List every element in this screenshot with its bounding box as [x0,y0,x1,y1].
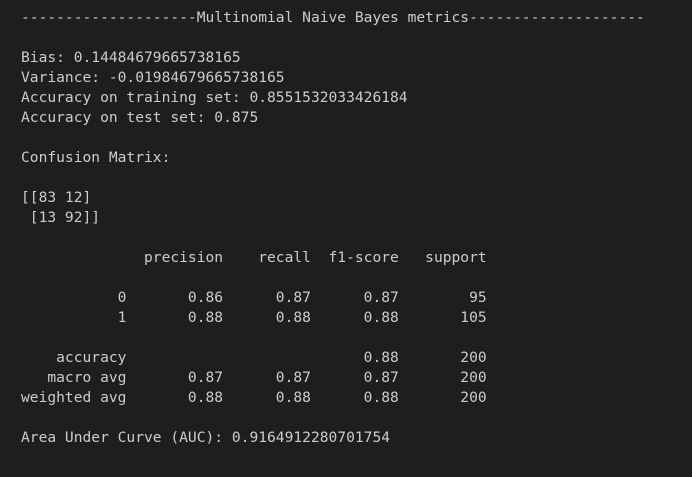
confusion-matrix-row: [13 92]] [21,209,101,226]
auc-line: Area Under Curve (AUC): 0.91649122807017… [21,429,391,446]
report-row-class-0: 0 0.86 0.87 0.87 95 [21,289,487,306]
terminal-output: --------------------Multinomial Naive Ba… [0,0,692,477]
report-row-weighted-avg: weighted avg 0.88 0.88 0.88 200 [21,389,487,406]
confusion-matrix-row: [[83 12] [21,189,92,206]
confusion-matrix-title: Confusion Matrix: [21,149,171,166]
metrics-header: --------------------Multinomial Naive Ba… [21,9,645,26]
test-accuracy-line: Accuracy on test set: 0.875 [21,109,259,126]
train-accuracy-line: Accuracy on training set: 0.855153203342… [21,89,408,106]
report-header-row: precision recall f1-score support [21,249,487,266]
report-row-accuracy: accuracy 0.88 200 [21,349,487,366]
bias-line: Bias: 0.14484679665738165 [21,49,241,66]
report-row-class-1: 1 0.88 0.88 0.88 105 [21,309,487,326]
report-row-macro-avg: macro avg 0.87 0.87 0.87 200 [21,369,487,386]
variance-line: Variance: -0.01984679665738165 [21,69,285,86]
